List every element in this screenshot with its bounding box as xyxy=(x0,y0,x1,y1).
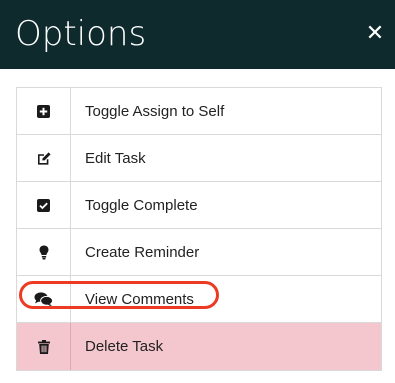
close-icon[interactable]: ✕ xyxy=(363,20,387,48)
menu-item-toggle-assign[interactable]: Toggle Assign to Self xyxy=(17,88,381,135)
menu-item-label: View Comments xyxy=(85,290,194,308)
menu-item-label: Toggle Complete xyxy=(85,196,198,214)
comments-icon xyxy=(17,276,71,322)
menu-item-label: Edit Task xyxy=(85,149,146,167)
menu-item-label: Create Reminder xyxy=(85,243,200,261)
modal-header: Options ✕ xyxy=(0,0,395,69)
menu-item-label: Delete Task xyxy=(85,338,164,355)
trash-icon xyxy=(17,323,71,370)
menu-item-label: Toggle Assign to Self xyxy=(85,102,225,120)
modal-title: Options xyxy=(15,14,147,54)
menu-item-edit-task[interactable]: Edit Task xyxy=(17,135,381,182)
menu-item-toggle-complete[interactable]: Toggle Complete xyxy=(17,182,381,229)
edit-icon xyxy=(17,135,71,181)
menu-item-delete-task[interactable]: Delete Task xyxy=(17,323,381,370)
options-menu: Toggle Assign to Self Edit Task Toggle C… xyxy=(16,87,382,371)
plus-square-icon xyxy=(17,88,71,134)
check-square-icon xyxy=(17,182,71,228)
lightbulb-icon xyxy=(17,229,71,275)
menu-item-view-comments[interactable]: View Comments xyxy=(17,276,381,323)
menu-item-create-reminder[interactable]: Create Reminder xyxy=(17,229,381,276)
